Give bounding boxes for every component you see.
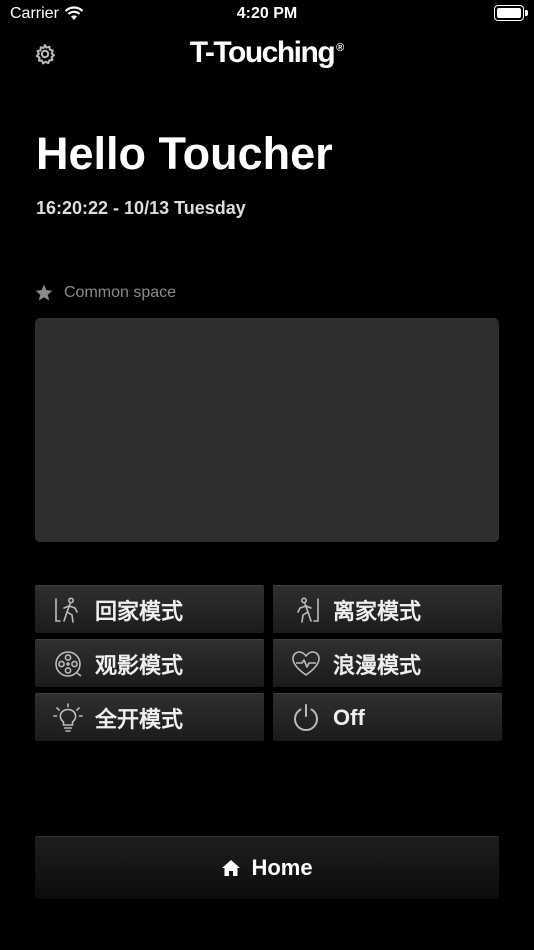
logo-text: T-Touching	[189, 36, 336, 69]
home-button-label: Home	[251, 855, 313, 880]
mode-label: Off	[333, 704, 365, 730]
mode-label: 浪漫模式	[333, 652, 422, 678]
home-icon	[222, 860, 241, 876]
mode-label: 全开模式	[95, 706, 184, 732]
mode-button-leave-home[interactable]: 离家模式	[273, 585, 502, 633]
registered-mark: ®	[336, 42, 345, 54]
light-bulb-icon	[53, 702, 83, 732]
arrive-home-icon	[55, 596, 78, 623]
common-space-header: Common space	[34, 283, 176, 303]
home-button[interactable]: Home	[35, 836, 499, 899]
status-bar: Carrier 4:20 PM	[0, 0, 534, 30]
film-reel-icon	[55, 650, 82, 677]
battery-icon	[494, 5, 528, 21]
mode-label: 观影模式	[95, 652, 184, 678]
mode-button-romantic[interactable]: 浪漫模式	[273, 639, 502, 687]
star-icon	[35, 284, 53, 301]
common-space-label: Common space	[64, 284, 177, 301]
status-time: 4:20 PM	[236, 5, 298, 22]
current-datetime: 16:20:22 - 10/13 Tuesday	[36, 198, 246, 218]
mode-button-arrive-home[interactable]: 回家模式	[35, 585, 264, 633]
mode-button-all-on[interactable]: 全开模式	[35, 693, 264, 741]
app-logo: T-Touching ®	[0, 36, 534, 70]
common-space-panel[interactable]	[35, 318, 499, 542]
power-icon	[294, 703, 318, 731]
leave-home-icon	[297, 596, 319, 623]
greeting-title: Hello Toucher	[36, 128, 333, 179]
mode-label: 回家模式	[95, 598, 184, 624]
mode-button-off[interactable]: Off	[273, 693, 502, 741]
mode-label: 离家模式	[333, 598, 422, 624]
heart-icon	[292, 650, 320, 676]
mode-button-movie[interactable]: 观影模式	[35, 639, 264, 687]
